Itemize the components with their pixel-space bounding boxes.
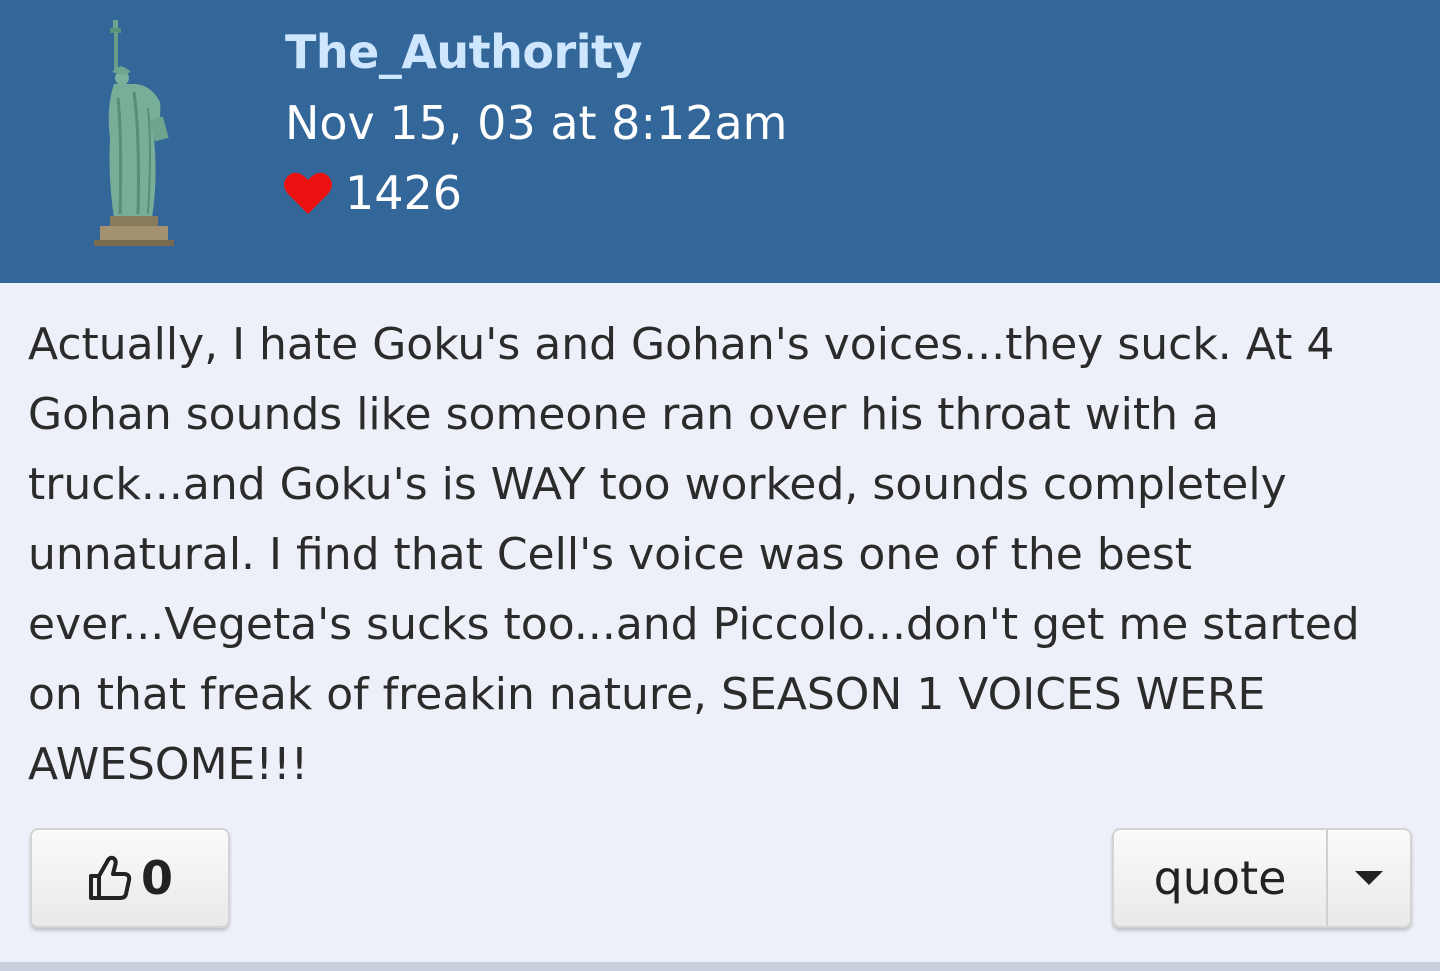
quote-button-group: quote: [1112, 828, 1412, 928]
post-body: Actually, I hate Goku's and Gohan's voic…: [28, 319, 1360, 790]
caret-down-icon: [1355, 871, 1383, 885]
post-timestamp: Nov 15, 03 at 8:12am: [285, 96, 788, 150]
thumbs-up-icon: [88, 855, 132, 900]
reputation: 1426: [283, 163, 462, 223]
avatar[interactable]: [88, 18, 180, 248]
quote-dropdown-toggle[interactable]: [1328, 830, 1410, 926]
heart-icon: [284, 172, 332, 214]
post-header: The_Authority Nov 15, 03 at 8:12am 1426: [0, 0, 1440, 283]
reputation-count: 1426: [345, 166, 463, 220]
like-count: 0: [140, 851, 173, 905]
forum-post: The_Authority Nov 15, 03 at 8:12am 1426 …: [0, 0, 1440, 971]
quote-button[interactable]: quote: [1114, 830, 1328, 926]
post-divider: [0, 962, 1440, 971]
like-button[interactable]: 0: [30, 828, 230, 928]
username[interactable]: The_Authority: [285, 22, 642, 82]
